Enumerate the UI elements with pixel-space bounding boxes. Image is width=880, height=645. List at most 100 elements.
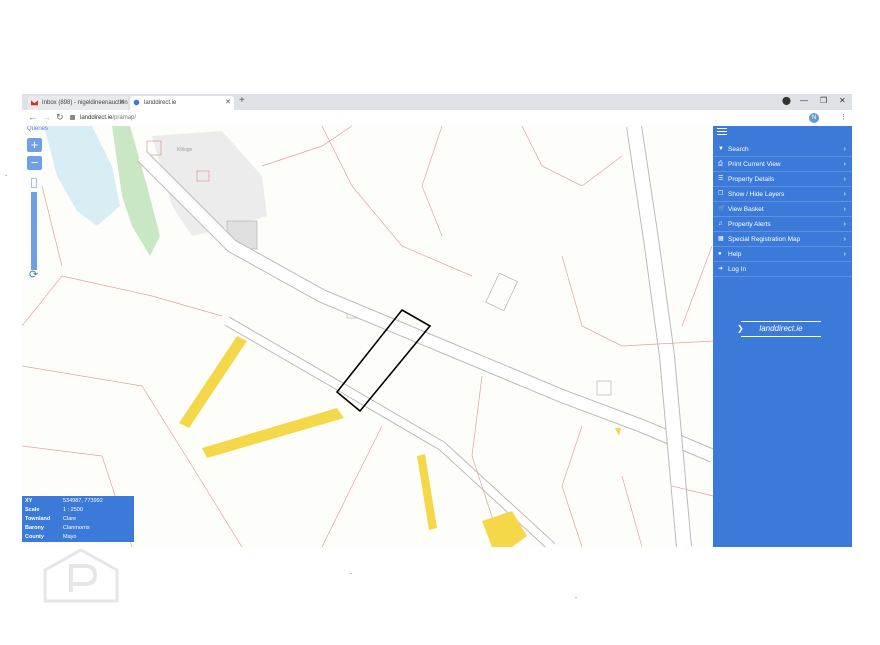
- sidebar-item-label: Special Registration Map: [728, 236, 801, 243]
- chevron-right-icon: ›: [843, 191, 846, 198]
- yellow-roads: [179, 336, 621, 547]
- list-icon: ☰: [718, 176, 724, 182]
- close-tab-icon[interactable]: ✕: [225, 96, 231, 110]
- chevron-right-icon: ›: [843, 236, 846, 243]
- sidebar-menu: ▼ Search › ⎙ Print Current View › ☰ Property De…: [713, 126, 852, 547]
- map-icon: ▦: [718, 236, 724, 242]
- logo-chevron-icon: ❯: [737, 324, 744, 333]
- sidebar-item-property-details[interactable]: ☰ Property Details ›: [713, 172, 852, 187]
- sidebar-item-label: Show / Hide Layers: [728, 191, 785, 198]
- info-row: XY 534987, 773992: [25, 497, 133, 506]
- scan-speck: [350, 573, 352, 574]
- info-key: Barony: [25, 525, 44, 531]
- info-value: Clare: [63, 516, 77, 522]
- info-row: County Mayo: [25, 533, 133, 542]
- info-value: 1 : 2500: [63, 507, 83, 513]
- scan-speck: [575, 597, 577, 598]
- sidebar-item-label: View Basket: [728, 206, 764, 213]
- info-row: Barony Clanmorris: [25, 524, 133, 533]
- profile-avatar[interactable]: N: [809, 113, 819, 123]
- close-window-button[interactable]: ✕: [839, 96, 846, 105]
- info-row: Townland Clare: [25, 515, 133, 524]
- info-row: Scale 1 : 2500: [25, 506, 133, 515]
- info-key: Scale: [25, 507, 40, 513]
- bell-icon: ♫: [718, 221, 723, 227]
- lock-icon: [70, 114, 75, 120]
- login-icon: ➜: [718, 266, 724, 272]
- url-path: /pramap/: [112, 115, 137, 121]
- sidebar-item-label: Property Alerts: [728, 221, 771, 228]
- water-body: [44, 126, 120, 226]
- scan-speck: [5, 175, 7, 176]
- browser-toolbar: ← → ↻ landdirect.ie/pramap/ ☆ ⋮: [22, 110, 852, 127]
- chevron-right-icon: ›: [843, 251, 846, 258]
- sidebar-item-print-current-view[interactable]: ⎙ Print Current View ›: [713, 157, 852, 172]
- search-icon: ▼: [718, 146, 724, 152]
- sidebar-item-label: Help: [728, 251, 742, 258]
- tab-inbox[interactable]: Inbox (898) - nigeldineenauction ✕: [28, 96, 128, 110]
- info-value: 534987, 773992: [63, 498, 103, 504]
- zoom-control: Queries + − ⟳: [25, 126, 49, 281]
- watermark-logo-icon: [43, 548, 119, 603]
- tab-landdirect[interactable]: landdirect.ie ✕: [130, 96, 234, 110]
- layers-icon: ❐: [718, 191, 724, 197]
- minimize-button[interactable]: —: [800, 96, 808, 105]
- zoom-in-button[interactable]: +: [27, 138, 42, 152]
- gmail-icon: [31, 100, 38, 106]
- sidebar-item-special-registration-map[interactable]: ▦ Special Registration Map ›: [713, 232, 852, 247]
- sidebar-item-label: Print Current View: [728, 161, 781, 168]
- chevron-right-icon: ›: [843, 146, 846, 153]
- zoom-label: Queries: [27, 126, 49, 132]
- close-tab-icon[interactable]: ✕: [119, 96, 125, 110]
- sidebar-item-label: Property Details: [728, 176, 775, 183]
- url-domain: landdirect.ie: [80, 115, 113, 121]
- more-menu-icon[interactable]: ⋮: [840, 113, 847, 121]
- info-value: Clanmorris: [63, 525, 90, 531]
- info-key: XY: [25, 498, 33, 504]
- maximize-button[interactable]: ❐: [820, 96, 827, 105]
- info-key: County: [25, 534, 44, 540]
- record-icon[interactable]: ⬤: [782, 96, 791, 105]
- hamburger-menu-icon[interactable]: [717, 128, 727, 136]
- sidebar-item-search[interactable]: ▼ Search ›: [713, 142, 852, 157]
- print-icon: ⎙: [718, 161, 723, 167]
- sidebar-item-show-hide-layers[interactable]: ❐ Show / Hide Layers ›: [713, 187, 852, 202]
- browser-window: Inbox (898) - nigeldineenauction ✕ landd…: [22, 94, 852, 547]
- tab-title: landdirect.ie: [144, 100, 177, 106]
- address-bar[interactable]: landdirect.ie/pramap/: [70, 113, 790, 124]
- sidebar-item-label: Search: [728, 146, 749, 153]
- landdirect-favicon-icon: [133, 99, 140, 106]
- logo-text: landdirect.ie: [759, 324, 803, 333]
- forward-icon[interactable]: →: [42, 112, 51, 122]
- help-icon: ●: [718, 251, 722, 257]
- map-info-panel: XY 534987, 773992 Scale 1 : 2500 Townland Cla…: [22, 496, 134, 542]
- regional-road: [627, 126, 691, 547]
- chevron-right-icon: ›: [843, 161, 846, 168]
- info-key: Townland: [25, 516, 51, 522]
- basket-icon: 🛒: [718, 206, 726, 212]
- zoom-out-button[interactable]: −: [27, 156, 42, 170]
- sidebar-item-log-in[interactable]: ➜ Log In: [713, 262, 852, 277]
- building: [485, 272, 518, 312]
- chevron-right-icon: ›: [843, 176, 846, 183]
- sidebar-item-label: Log In: [728, 266, 747, 273]
- chevron-right-icon: ›: [843, 221, 846, 228]
- back-icon[interactable]: ←: [28, 112, 37, 122]
- zoom-slider[interactable]: [31, 192, 37, 270]
- map-view[interactable]: Kiltoge Queries + − ⟳ ▼ Search › ⎙ Print Cur…: [22, 126, 852, 547]
- sidebar-item-help[interactable]: ● Help ›: [713, 247, 852, 262]
- sidebar-item-property-alerts[interactable]: ♫ Property Alerts ›: [713, 217, 852, 232]
- place-label: Kiltoge: [177, 147, 193, 153]
- reload-icon[interactable]: ↻: [56, 112, 64, 123]
- woodland-area: [112, 126, 160, 256]
- building: [596, 380, 612, 396]
- zoom-slider-handle[interactable]: [31, 178, 37, 188]
- refresh-icon[interactable]: ⟳: [29, 268, 38, 281]
- chevron-right-icon: ›: [843, 206, 846, 213]
- sidebar-item-view-basket[interactable]: 🛒 View Basket ›: [713, 202, 852, 217]
- info-value: Mayo: [63, 534, 77, 540]
- tab-bar: Inbox (898) - nigeldineenauction ✕ landd…: [22, 94, 852, 110]
- tab-title: Inbox (898) - nigeldineenauction: [42, 100, 128, 106]
- new-tab-button[interactable]: +: [239, 95, 245, 106]
- landdirect-logo: ❯ landdirect.ie: [737, 321, 821, 337]
